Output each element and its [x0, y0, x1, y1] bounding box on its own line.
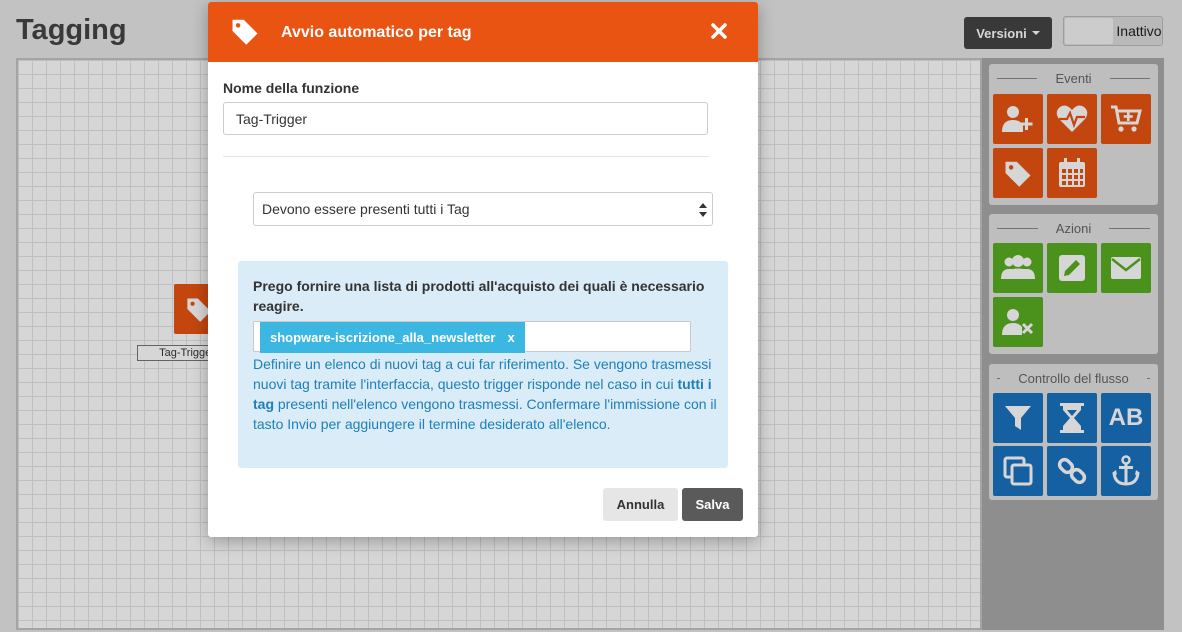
close-icon — [711, 23, 727, 39]
modal-title: Avvio automatico per tag — [281, 24, 472, 41]
tag-list-input[interactable]: shopware-iscrizione_alla_newsletter x — [253, 321, 691, 353]
select-arrows-icon — [699, 203, 707, 217]
divider — [223, 156, 709, 157]
close-button[interactable] — [708, 20, 730, 42]
tag-list-help-text: Definire un elenco di nuovi tag a cui fa… — [253, 356, 717, 432]
tag-list-heading: Prego fornire una lista di prodotti all'… — [253, 278, 705, 314]
tag-chip-remove-button[interactable]: x — [507, 330, 514, 345]
function-name-label: Nome della funzione — [223, 80, 360, 96]
tag-match-select-value: Devono essere presenti tutti i Tag — [262, 201, 470, 217]
save-button[interactable]: Salva — [682, 488, 743, 521]
tag-trigger-modal: Avvio automatico per tag Nome della funz… — [208, 2, 758, 537]
tag-list-info-box: Prego fornire una lista di prodotti all'… — [238, 261, 728, 468]
cancel-button[interactable]: Annulla — [603, 488, 678, 521]
tag-match-select[interactable]: Devono essere presenti tutti i Tag — [253, 192, 713, 226]
tag-chip-label: shopware-iscrizione_alla_newsletter — [270, 330, 496, 345]
tag-icon — [232, 19, 258, 45]
modal-header: Avvio automatico per tag — [208, 2, 758, 62]
tag-chip: shopware-iscrizione_alla_newsletter x — [260, 322, 525, 353]
function-name-input[interactable] — [223, 102, 708, 135]
